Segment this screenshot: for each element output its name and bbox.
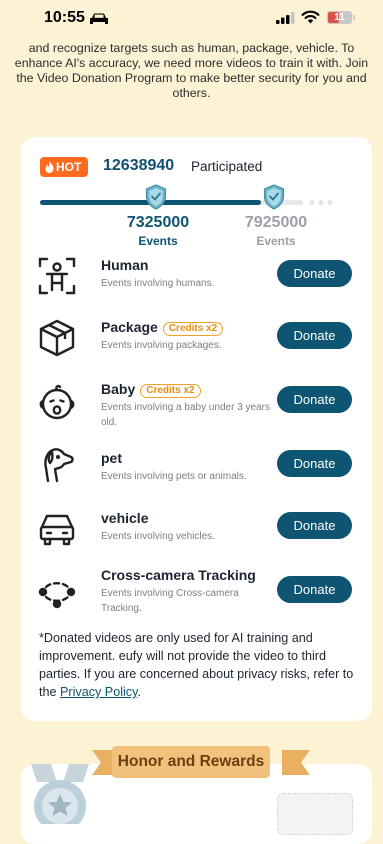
milestone-value: 7925000 [244,214,308,231]
category-title: vehicle [101,510,149,526]
donation-card: HOT 12638940 Participated 7325000 Events… [21,137,372,721]
category-row-vehicle: vehicle Events involving vehicles. Donat… [21,510,372,570]
credits-badge: Credits x2 [162,322,224,336]
disclaimer: *Donated videos are only used for AI tra… [39,631,354,699]
milestone-shield-icon [145,184,167,210]
category-title: pet [101,450,122,466]
category-desc: Events involving Cross-camera Tracking. [101,588,239,614]
privacy-policy-link[interactable]: Privacy Policy [60,685,137,699]
honor-rewards-title: Honor and Rewards [112,746,270,778]
cross-camera-icon [38,582,76,609]
flame-icon [45,161,54,173]
hot-label: HOT [56,160,82,174]
donate-button-baby[interactable]: Donate [277,386,352,413]
category-row-cross-camera: Cross-camera Tracking Events involving C… [21,567,372,627]
credits-badge: Credits x2 [140,384,201,398]
package-icon [39,319,75,357]
donate-button-human[interactable]: Donate [277,260,352,287]
category-desc: Events involving packages. [101,340,222,351]
category-row-pet: pet Events involving pets or animals. Do… [21,448,372,510]
milestone-caption: Events [256,234,296,248]
pet-icon [44,448,74,483]
category-title: Package Credits x2 [101,319,224,336]
donate-button-pet[interactable]: Donate [277,450,352,477]
category-row-package: Package Credits x2 Events involving packa… [21,319,372,379]
hot-badge: HOT [40,157,88,177]
category-row-human: Human Events involving humans. Donate [21,257,372,317]
category-title: Human [101,257,149,273]
category-desc: Events involving pets or animals. [101,471,247,482]
locked-reward-badge [277,793,353,835]
battery-icon: 11 [327,11,352,24]
vehicle-icon [39,514,75,546]
wifi-icon [301,10,320,24]
signal-icon [276,12,295,24]
milestone-value: 7325000 [126,214,190,231]
category-desc: Events involving vehicles. [101,531,215,542]
donate-button-cross-camera[interactable]: Donate [277,576,352,603]
category-desc: Events involving humans. [101,278,215,289]
donate-button-vehicle[interactable]: Donate [277,512,352,539]
progress-more-dots [309,199,333,206]
category-title: Cross-camera Tracking [101,567,256,583]
intro-text: and recognize targets such as human, pac… [14,41,369,100]
status-time: 10:55 [44,9,85,26]
category-desc: Events involving a baby under 3 years ol… [101,402,270,428]
car-icon [90,13,108,24]
donate-button-package[interactable]: Donate [277,322,352,349]
milestone-shield-icon [263,184,285,210]
medal-icon [31,764,89,824]
category-row-baby: Baby Credits x2 Events involving a baby u… [21,381,372,441]
battery-level: 11 [334,12,345,23]
participated-count: 12638940 [103,157,175,174]
human-icon [38,257,76,295]
participated-label: Participated [191,159,263,174]
milestone-caption: Events [138,234,178,248]
baby-icon [39,384,75,420]
status-bar: 10:55 11 [0,0,383,38]
category-title: Baby Credits x2 [101,381,201,398]
